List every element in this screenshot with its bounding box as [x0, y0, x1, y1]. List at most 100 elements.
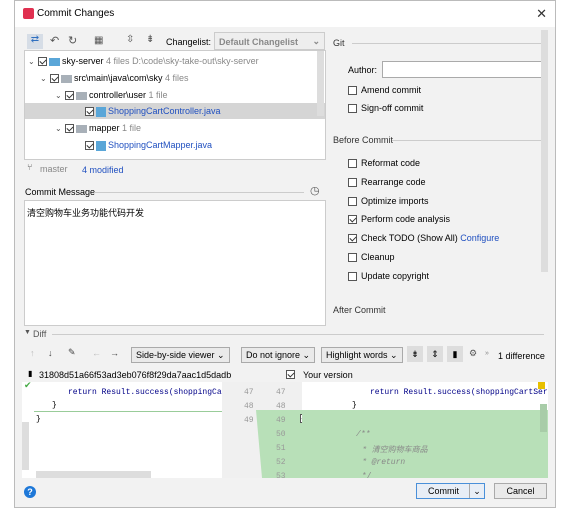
line-number: 50 [276, 430, 286, 439]
signoff-commit-checkbox[interactable]: Sign-off commit [348, 101, 423, 115]
history-icon[interactable]: ◷ [310, 184, 320, 197]
changelist-label: Changelist: [166, 37, 212, 47]
changes-tree: ⌄ sky-server 4 files D:\code\sky-take-out… [24, 50, 326, 160]
settings-icon[interactable]: ⚙ [469, 348, 477, 359]
close-icon[interactable]: ✕ [536, 6, 547, 22]
help-button[interactable]: ? [24, 486, 36, 498]
commit-message-input[interactable]: 清空购物车业务功能代码开发 [24, 200, 326, 326]
prev-diff-icon[interactable]: ↑ [30, 348, 35, 358]
tree-node-file-selected[interactable]: ShoppingCartController.java [25, 103, 325, 119]
checkbox[interactable] [50, 74, 59, 84]
diff-collapse-icon[interactable]: ▼ [24, 329, 31, 336]
right-editor[interactable]: return Result.success(shoppingCartServic… [302, 382, 548, 478]
tree-node-file[interactable]: ShoppingCartMapper.java [85, 137, 212, 153]
branch-name: master [40, 164, 68, 174]
left-h-scrollbar[interactable] [36, 471, 151, 478]
option-label: Optimize imports [361, 196, 429, 206]
before-commit-title: Before Commit [333, 135, 394, 145]
highlight-select[interactable]: Highlight words ⌄ [321, 347, 403, 363]
forward-icon[interactable]: → [110, 348, 119, 358]
changelist-value: Default Changelist [219, 37, 299, 47]
check-todo-checkbox[interactable]: Check TODO (Show All) Configure [348, 231, 499, 245]
node-meta: 4 files [165, 73, 189, 83]
line-number: 49 [276, 416, 286, 425]
option-label: Perform code analysis [361, 214, 451, 224]
tree-scrollbar[interactable] [317, 51, 324, 116]
option-label: Check TODO (Show All) [361, 233, 458, 243]
viewer-value: Side-by-side viewer [136, 350, 215, 360]
code-analysis-checkbox[interactable]: Perform code analysis [348, 212, 450, 226]
sync-scroll-icon[interactable]: ⇕ [427, 346, 443, 362]
code-line: } [352, 401, 357, 410]
node-label: src\main\java\com\sky [74, 73, 163, 83]
line-number: 49 [244, 416, 254, 425]
refresh-icon[interactable]: ↻ [68, 34, 77, 47]
git-section-title: Git [333, 38, 345, 48]
node-meta: 1 file [148, 90, 168, 100]
include-all-checkbox[interactable] [286, 370, 295, 380]
line-number: 53 [276, 472, 286, 481]
right-scrollbar[interactable] [540, 404, 547, 432]
commit-dropdown-icon[interactable]: ⌄ [469, 484, 484, 498]
commit-button[interactable]: Commit ⌄ [416, 483, 485, 499]
ignore-select[interactable]: Do not ignore ⌄ [241, 347, 316, 363]
checkbox[interactable] [65, 91, 74, 101]
group-by-icon[interactable]: ▦ [94, 35, 103, 46]
left-scrollbar[interactable] [22, 422, 29, 470]
line-number: 47 [244, 388, 254, 397]
lock-icon[interactable]: ▮ [447, 346, 463, 362]
configure-link[interactable]: Configure [460, 233, 499, 243]
rearrange-code-checkbox[interactable]: Rearrange code [348, 175, 426, 189]
more-icon[interactable]: » [485, 350, 489, 357]
node-path: D:\code\sky-take-out\sky-server [132, 56, 259, 66]
code-line: * @return [362, 458, 406, 467]
after-commit-title: After Commit [333, 305, 386, 315]
commit-message-label: Commit Message [25, 187, 96, 197]
options-scrollbar[interactable] [541, 30, 548, 272]
tree-node-folder[interactable]: ⌄ controller\user 1 file [55, 87, 168, 103]
modified-link[interactable]: 4 modified [82, 165, 124, 175]
optimize-imports-checkbox[interactable]: Optimize imports [348, 194, 429, 208]
node-meta: 1 file [122, 123, 142, 133]
window-title: Commit Changes [37, 8, 115, 19]
node-label: mapper [89, 123, 120, 133]
update-copyright-checkbox[interactable]: Update copyright [348, 269, 429, 283]
cancel-button[interactable]: Cancel [494, 483, 547, 499]
changelist-select[interactable]: Default Changelist ⌄ [214, 32, 325, 50]
rollback-icon[interactable]: ↶ [50, 34, 59, 47]
left-editor[interactable]: ✔ return Result.success(shoppingCartSer … [22, 380, 246, 478]
node-label: sky-server [62, 56, 104, 66]
checkbox[interactable] [65, 124, 74, 134]
author-input[interactable] [382, 61, 545, 78]
collapse-all-icon[interactable]: ⇟ [146, 34, 154, 45]
app-icon [23, 8, 34, 19]
viewer-select[interactable]: Side-by-side viewer ⌄ [131, 347, 230, 363]
cancel-label: Cancel [506, 486, 535, 496]
next-diff-icon[interactable]: ↓ [48, 348, 53, 358]
difference-count: 1 difference [498, 351, 545, 361]
expand-all-icon[interactable]: ⇳ [126, 34, 134, 45]
node-meta: 4 files [106, 56, 130, 66]
amend-commit-checkbox[interactable]: Amend commit [348, 83, 421, 97]
cleanup-checkbox[interactable]: Cleanup [348, 250, 395, 264]
line-number: 48 [276, 402, 286, 411]
java-file-icon [96, 106, 106, 117]
tree-node-folder[interactable]: ⌄ mapper 1 file [55, 120, 141, 136]
option-label: Rearrange code [361, 177, 426, 187]
check-icon: ✔ [24, 380, 32, 390]
node-label: ShoppingCartController.java [108, 106, 221, 116]
show-diff-icon[interactable]: ⇄ [27, 34, 43, 49]
checkbox[interactable] [38, 57, 47, 67]
line-number: 48 [244, 402, 254, 411]
checkbox[interactable] [85, 107, 94, 117]
edit-icon[interactable]: ✎ [68, 347, 76, 358]
checkbox[interactable] [85, 141, 94, 151]
back-icon[interactable]: ← [92, 348, 101, 358]
tree-node-folder[interactable]: ⌄ src\main\java\com\sky 4 files [40, 70, 189, 86]
title-bar: Commit Changes ✕ [15, 1, 555, 27]
option-label: Amend commit [361, 85, 422, 95]
tree-node-module[interactable]: ⌄ sky-server 4 files D:\code\sky-take-out… [28, 53, 259, 69]
collapse-unchanged-icon[interactable]: ⇟ [407, 346, 423, 362]
highlight-value: Highlight words [326, 350, 388, 360]
reformat-code-checkbox[interactable]: Reformat code [348, 156, 420, 170]
